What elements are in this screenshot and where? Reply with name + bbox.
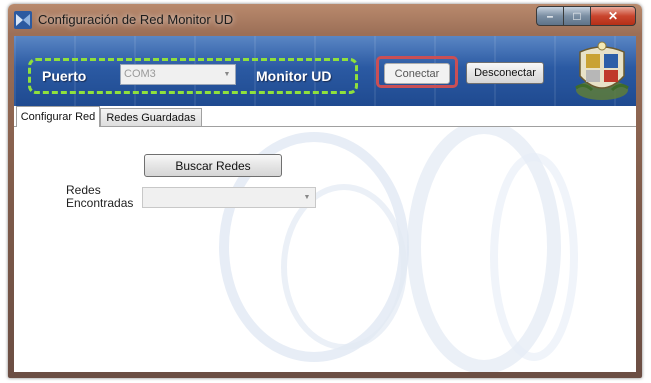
minimize-button[interactable]: – bbox=[536, 6, 563, 26]
chevron-down-icon[interactable]: ▼ bbox=[219, 65, 235, 84]
window-title: Configuración de Red Monitor UD bbox=[38, 12, 234, 27]
tab-redes-guardadas[interactable]: Redes Guardadas bbox=[100, 108, 202, 126]
found-networks-label-line2: Encontradas bbox=[66, 196, 134, 210]
close-button[interactable]: ✕ bbox=[590, 6, 636, 26]
app-window: Configuración de Red Monitor UD – □ ✕ Pu… bbox=[8, 4, 642, 378]
app-icon bbox=[14, 11, 32, 29]
chevron-down-icon[interactable]: ▼ bbox=[299, 188, 315, 207]
found-networks-label: Redes Encontradas bbox=[66, 184, 133, 210]
minimize-icon: – bbox=[546, 9, 554, 23]
monitor-label: Monitor UD bbox=[256, 68, 332, 84]
configure-network-panel: Buscar Redes Redes Encontradas ▼ bbox=[14, 127, 636, 372]
maximize-button[interactable]: □ bbox=[563, 6, 590, 26]
disconnect-button[interactable]: Desconectar bbox=[466, 62, 544, 84]
maximize-icon: □ bbox=[573, 9, 581, 23]
port-label: Puerto bbox=[42, 68, 87, 84]
found-networks-select[interactable]: ▼ bbox=[142, 187, 316, 208]
caption-buttons: – □ ✕ bbox=[536, 6, 636, 26]
tab-configurar-red[interactable]: Configurar Red bbox=[16, 106, 100, 127]
university-crest-icon bbox=[574, 38, 630, 104]
tab-strip: Configurar Red Redes Guardadas bbox=[14, 106, 636, 127]
background-swirl-graphic bbox=[219, 127, 578, 372]
port-select-value: COM3 bbox=[124, 68, 156, 80]
port-select[interactable]: COM3 ▼ bbox=[120, 64, 236, 85]
title-bar[interactable]: Configuración de Red Monitor UD – □ ✕ bbox=[8, 4, 642, 36]
close-icon: ✕ bbox=[607, 9, 619, 23]
client-area: Puerto COM3 ▼ Monitor UD Conectar Descon… bbox=[14, 36, 636, 372]
connect-button[interactable]: Conectar bbox=[384, 63, 450, 84]
header-banner: Puerto COM3 ▼ Monitor UD Conectar Descon… bbox=[14, 36, 636, 106]
search-networks-button[interactable]: Buscar Redes bbox=[144, 154, 282, 177]
